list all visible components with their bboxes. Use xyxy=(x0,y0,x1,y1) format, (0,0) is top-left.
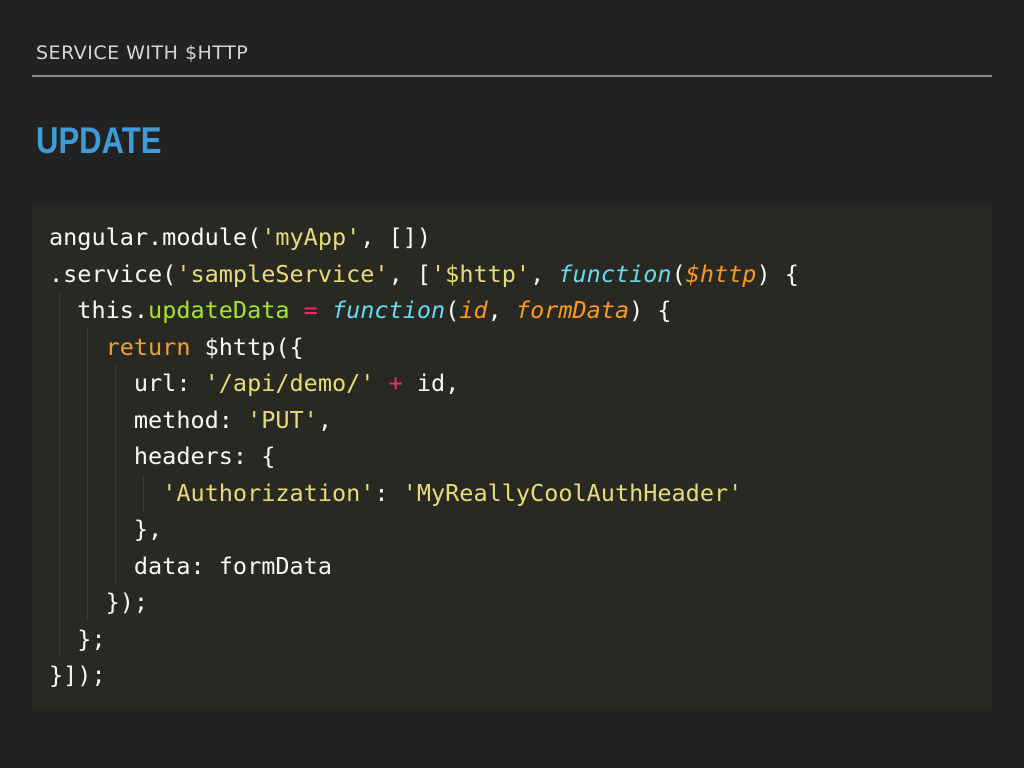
indent-guide xyxy=(59,328,60,365)
code-token: headers: { xyxy=(49,442,276,470)
indent-guide xyxy=(59,584,60,621)
code-line-7: headers: { xyxy=(49,438,799,475)
indent-guide xyxy=(115,547,116,584)
code-token: $http({ xyxy=(190,332,304,361)
code-token: ( xyxy=(671,259,686,288)
code-token-param: formData xyxy=(515,296,630,324)
code-line-10: data: formData xyxy=(49,547,799,584)
code-token: }); xyxy=(49,588,149,616)
code-line-5: url: '/api/demo/' + id, xyxy=(49,365,799,402)
indent-guide xyxy=(59,474,60,511)
indent-guide xyxy=(59,438,60,475)
indent-guide xyxy=(115,401,116,438)
code-token: : xyxy=(374,478,403,507)
code-token-string: 'myApp' xyxy=(261,223,361,251)
indent-guide xyxy=(87,365,88,402)
section-header: SERVICE WITH $HTTP xyxy=(36,42,249,64)
code-token: , xyxy=(530,259,559,288)
code-line-12: }; xyxy=(49,620,799,657)
code-token: url: xyxy=(49,369,205,397)
code-line-13: }]); xyxy=(49,657,799,694)
indent-guide xyxy=(59,292,60,329)
code-token: }; xyxy=(49,624,106,653)
code-token: ( xyxy=(445,296,460,324)
code-token-keyword: function xyxy=(331,296,446,324)
code-token: , []) xyxy=(360,223,432,251)
indent-guide xyxy=(115,365,116,402)
code-token-string: '/api/demo/' xyxy=(204,369,375,397)
code-line-8: 'Authorization': 'MyReallyCoolAuthHeader… xyxy=(49,474,799,511)
code-token-keyword: return xyxy=(105,332,191,361)
indent-guide xyxy=(87,328,88,365)
slide-title: UPDATE xyxy=(36,120,162,161)
code-token-param: id xyxy=(459,296,488,324)
code-token: ) { xyxy=(756,259,799,288)
code-token: method: xyxy=(49,405,248,434)
indent-guide xyxy=(87,401,88,438)
code-token-keyword: function xyxy=(558,259,672,288)
code-token-operator: + xyxy=(388,369,403,397)
code-line-6: method: 'PUT', xyxy=(49,401,799,438)
code-text: angular.module('myApp', []) .service('sam… xyxy=(49,219,799,694)
code-token-string: 'Authorization' xyxy=(162,478,375,507)
code-token-string: 'PUT' xyxy=(247,405,318,434)
code-token: this. xyxy=(49,296,149,324)
code-token-string: 'sampleService' xyxy=(176,259,389,288)
code-token-string: '$http' xyxy=(431,259,531,288)
indent-guide xyxy=(87,547,88,584)
code-token: id, xyxy=(402,369,460,397)
code-line-11: }); xyxy=(49,584,799,621)
indent-guide xyxy=(115,511,116,548)
indent-guide xyxy=(59,401,60,438)
code-line-9: }, xyxy=(49,511,799,548)
indent-guide xyxy=(59,511,60,548)
code-token: }, xyxy=(49,515,163,543)
indent-guide xyxy=(115,474,116,511)
indent-guide xyxy=(59,547,60,584)
indent-guide xyxy=(87,584,88,621)
code-token: }]); xyxy=(49,661,106,689)
code-line-1: angular.module('myApp', []) xyxy=(49,219,799,256)
code-token-string: 'MyReallyCoolAuthHeader' xyxy=(402,478,743,507)
code-line-3: this.updateData = function(id, formData)… xyxy=(49,292,799,329)
indent-guide xyxy=(87,438,88,475)
code-token: .service( xyxy=(49,259,177,288)
header-divider xyxy=(32,75,992,77)
code-token-operator: = xyxy=(289,296,332,324)
code-token: ) { xyxy=(629,296,672,324)
indent-guide xyxy=(59,620,60,657)
code-token: data: formData xyxy=(49,551,332,580)
indent-guide xyxy=(87,474,88,511)
code-line-2: .service('sampleService', ['$http', func… xyxy=(49,256,799,293)
code-token: , xyxy=(317,405,332,434)
code-token: , [ xyxy=(388,259,432,288)
code-token: angular.module( xyxy=(49,223,262,251)
indent-guide xyxy=(115,438,116,475)
code-block: angular.module('myApp', []) .service('sam… xyxy=(32,207,992,708)
indent-guide xyxy=(87,511,88,548)
indent-guide xyxy=(59,365,60,402)
indent-guide xyxy=(143,474,144,511)
code-token: , xyxy=(487,296,516,324)
code-token-function-name: updateData xyxy=(148,296,290,324)
code-line-4: return $http({ xyxy=(49,328,799,365)
code-token-param: $http xyxy=(685,259,757,288)
